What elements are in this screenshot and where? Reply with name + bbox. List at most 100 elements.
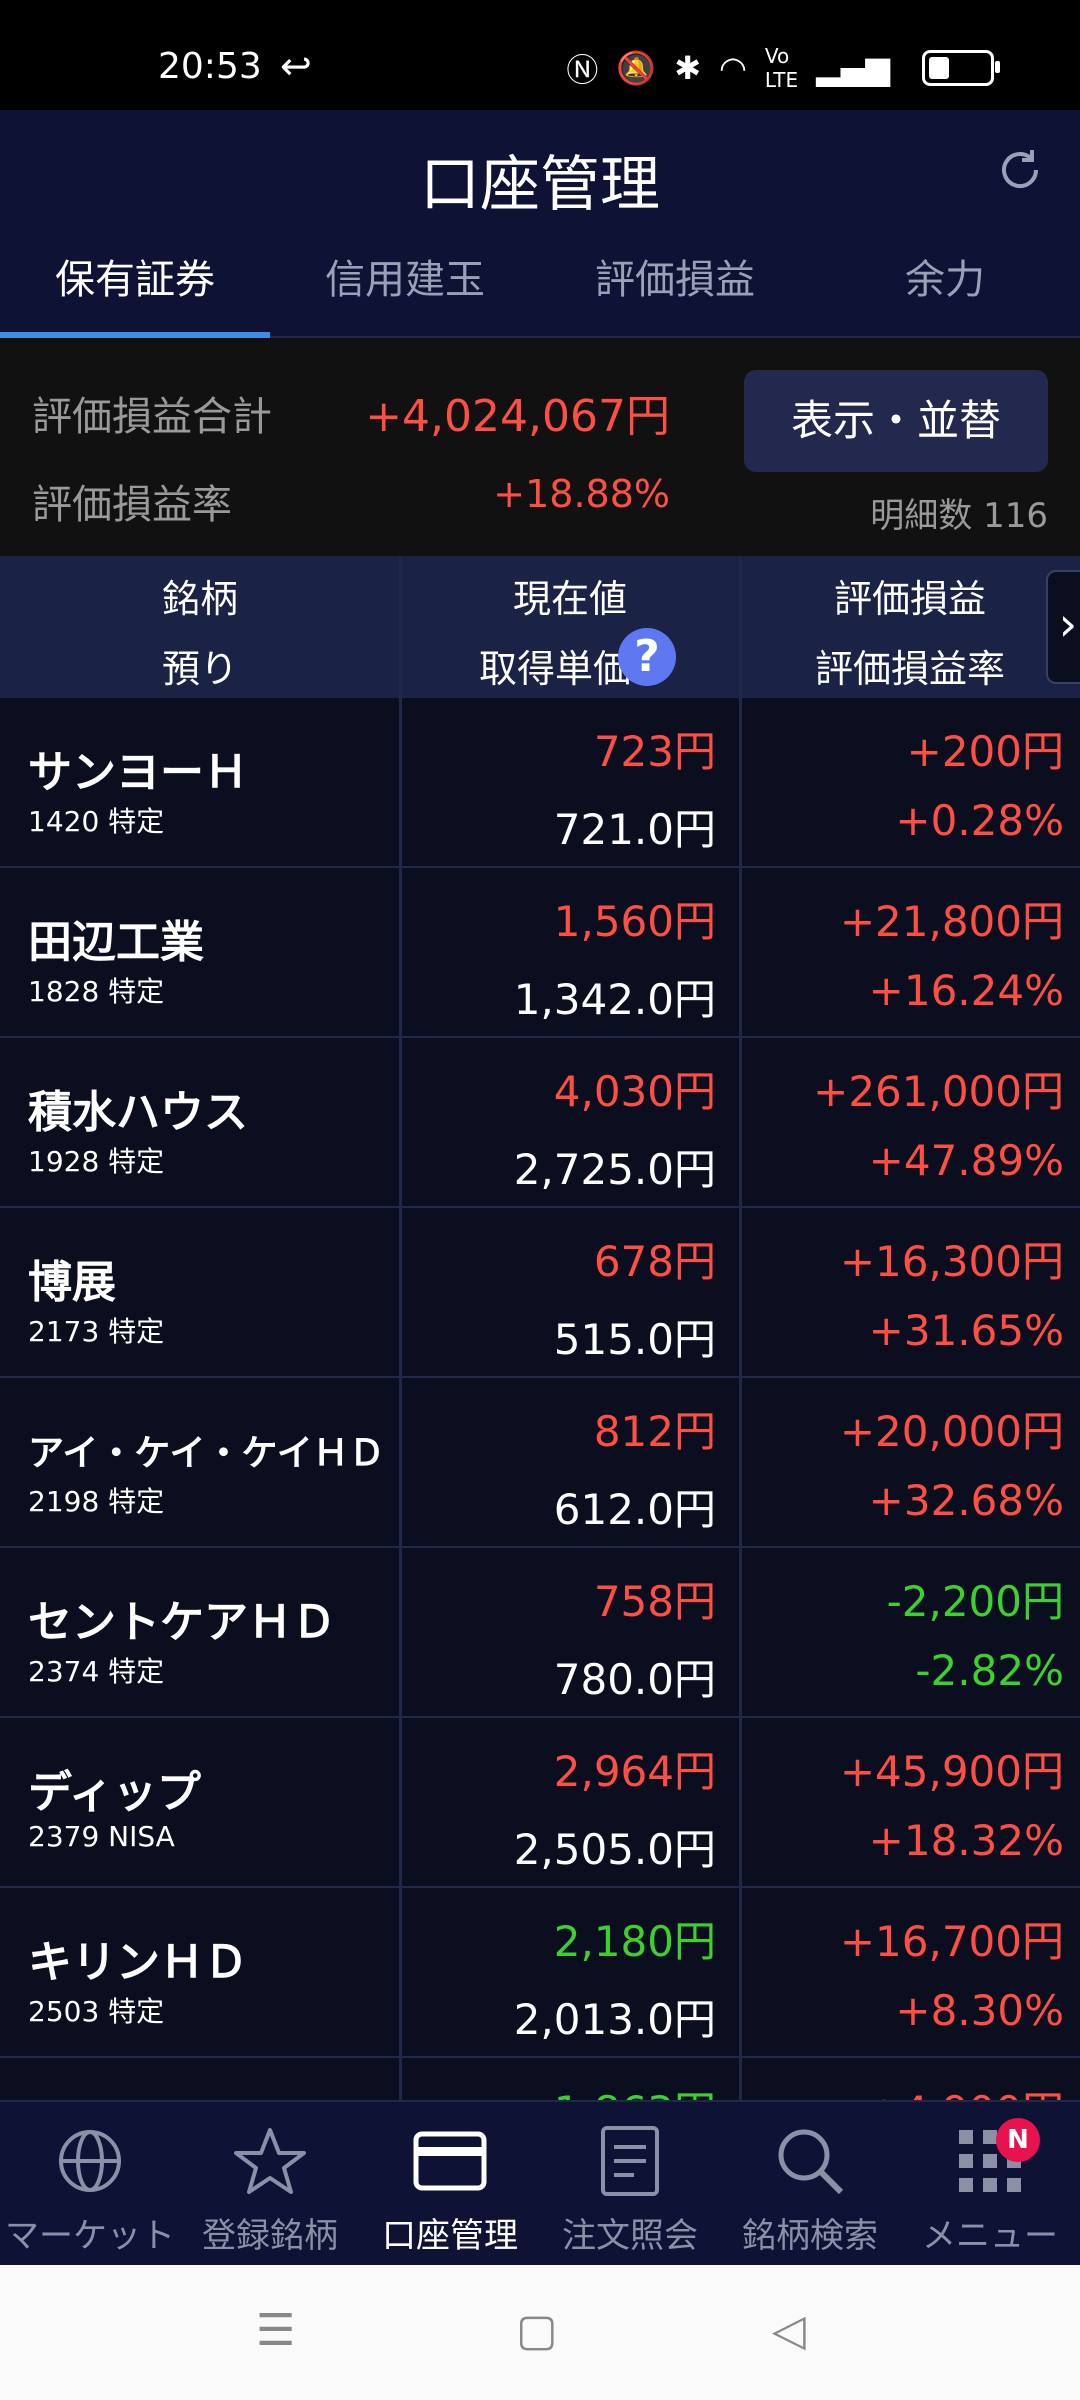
column-divider xyxy=(739,556,742,2100)
nav-watchlist[interactable]: 登録銘柄 xyxy=(180,2102,360,2267)
back-icon[interactable]: ◁ xyxy=(772,2305,806,2356)
pl-amount: +200円 xyxy=(906,727,1064,776)
display-sort-button[interactable]: 表示・並替 xyxy=(744,370,1048,472)
cost-price: 721.0円 xyxy=(553,805,716,854)
current-price: 1,863円 xyxy=(554,2078,716,2100)
current-price: 2,180円 xyxy=(553,1917,716,1966)
nav-stock-search[interactable]: 銘柄検索 xyxy=(720,2102,900,2267)
pl-rate: +31.65% xyxy=(868,1306,1064,1355)
tab-margin-positions[interactable]: 信用建玉 xyxy=(270,230,540,336)
cost-price: 780.0円 xyxy=(553,1655,716,1704)
cost-price: 515.0円 xyxy=(553,1315,716,1364)
current-price: 1,560円 xyxy=(553,897,716,946)
search-icon xyxy=(720,2116,900,2206)
pl-amount: +45,900円 xyxy=(839,1747,1064,1796)
column-divider xyxy=(399,556,402,2100)
refresh-icon[interactable] xyxy=(996,146,1044,194)
nav-menu[interactable]: N メニュー xyxy=(900,2102,1080,2267)
stock-name: 田辺工業 xyxy=(28,917,204,968)
pl-rate: +16.24% xyxy=(868,966,1064,1015)
nav-label: 注文照会 xyxy=(562,2216,698,2256)
help-icon[interactable]: ? xyxy=(618,628,676,686)
pl-rate: +0.28% xyxy=(895,796,1064,845)
header-pl: 評価損益 xyxy=(833,577,986,621)
cost-price: 2,013.0円 xyxy=(513,1995,716,2044)
nav-label: 銘柄検索 xyxy=(742,2216,878,2256)
table-row[interactable]: 博展 2173 特定 678円 515.0円 +16,300円 +31.65% xyxy=(0,1208,1080,1378)
wifi-icon: ◠ xyxy=(719,49,747,87)
status-time: 20:53 xyxy=(158,46,262,87)
pl-amount: -2,200円 xyxy=(886,1577,1064,1626)
volte-icon: Vo LTE xyxy=(764,44,799,92)
app-bar: 口座管理 xyxy=(0,110,1080,230)
table-header: 銘柄 預り 現在値 取得単価 ? 評価損益 評価損益率 xyxy=(0,556,1080,698)
cost-price: 2,505.0円 xyxy=(513,1825,716,1874)
star-icon xyxy=(180,2116,360,2206)
pl-rate-value: +18.88% xyxy=(493,472,670,516)
nav-label: 登録銘柄 xyxy=(202,2216,338,2256)
stock-code-account: 1928 特定 xyxy=(28,1145,165,1178)
stock-name: 積水ハウス xyxy=(28,1087,248,1138)
current-price: 758円 xyxy=(593,1577,716,1626)
stock-code-account: 2198 特定 xyxy=(28,1485,165,1518)
stock-code-account: 2374 特定 xyxy=(28,1655,165,1688)
tab-valuation[interactable]: 評価損益 xyxy=(540,230,810,336)
nav-account[interactable]: 口座管理 xyxy=(360,2102,540,2267)
cost-price: 1,342.0円 xyxy=(513,975,716,1024)
tab-bar: 保有証券 信用建玉 評価損益 余力 xyxy=(0,230,1080,338)
header-account-type: 預り xyxy=(161,647,238,691)
pl-amount: +20,000円 xyxy=(839,1407,1064,1456)
nfc-icon: Ⓝ xyxy=(566,51,599,89)
stock-code-account: 1828 特定 xyxy=(28,975,165,1008)
recent-apps-icon[interactable]: ☰ xyxy=(256,2305,295,2356)
header-pl-rate: 評価損益率 xyxy=(814,647,1005,691)
system-nav-bar: ☰ ▢ ◁ xyxy=(0,2265,1080,2400)
cost-price: 2,725.0円 xyxy=(513,1145,716,1194)
stock-name: キリンＨＤ xyxy=(28,1937,248,1988)
pl-amount: +4,900円 xyxy=(867,2078,1064,2100)
grid-menu-icon xyxy=(900,2116,1080,2206)
pl-rate-label: 評価損益率 xyxy=(32,482,232,528)
table-row[interactable]: 伊藤園 優1,863円+4,900円 xyxy=(0,2058,1080,2100)
table-row[interactable]: 田辺工業 1828 特定 1,560円 1,342.0円 +21,800円 +16.24% xyxy=(0,868,1080,1038)
status-icons: Ⓝ 🔕 ✱ ◠ Vo LTE ▂▄▆ xyxy=(566,44,890,92)
nav-market[interactable]: マーケット xyxy=(0,2102,180,2267)
pl-amount: +261,000円 xyxy=(813,1067,1064,1116)
current-price: 723円 xyxy=(593,727,716,776)
table-row[interactable]: 積水ハウス 1928 特定 4,030円 2,725.0円 +261,000円 +47.8… xyxy=(0,1038,1080,1208)
stock-name: サンヨーＨ xyxy=(28,747,248,798)
tab-holdings[interactable]: 保有証券 xyxy=(0,230,270,338)
table-row[interactable]: セントケアＨＤ 2374 特定 758円 780.0円 -2,200円 -2.82% xyxy=(0,1548,1080,1718)
pl-amount: +16,300円 xyxy=(839,1237,1064,1286)
signal-icon: ▂▄▆ xyxy=(816,49,890,87)
holdings-list: サンヨーＨ 1420 特定 723円 721.0円 +200円 +0.28% 田辺工業 182… xyxy=(0,698,1080,2100)
nav-label: 口座管理 xyxy=(382,2216,518,2256)
battery-icon xyxy=(922,50,1000,86)
pl-rate: +47.89% xyxy=(868,1136,1064,1185)
tab-buying-power[interactable]: 余力 xyxy=(810,230,1080,336)
card-icon xyxy=(360,2116,540,2206)
stock-code-account: 1420 特定 xyxy=(28,805,165,838)
stock-name: ディップ xyxy=(28,1767,201,1818)
cost-price: 612.0円 xyxy=(553,1485,716,1534)
table-row[interactable]: ディップ 2379 NISA 2,964円 2,505.0円 +45,900円 +18.3… xyxy=(0,1718,1080,1888)
table-row[interactable]: アイ・ケイ・ケイＨＤ 2198 特定 812円 612.0円 +20,000円 +32.6… xyxy=(0,1378,1080,1548)
scroll-right-button[interactable]: › xyxy=(1046,570,1080,684)
document-icon xyxy=(540,2116,720,2206)
stock-name: 博展 xyxy=(28,1257,116,1308)
stock-name: アイ・ケイ・ケイＨＤ xyxy=(28,1433,385,1474)
table-row[interactable]: サンヨーＨ 1420 特定 723円 721.0円 +200円 +0.28% xyxy=(0,698,1080,868)
bottom-nav: マーケット 登録銘柄 口座管理 注文照会 銘柄検索 N メニュー xyxy=(0,2100,1080,2267)
status-bar: 20:53 ↩ Ⓝ 🔕 ✱ ◠ Vo LTE ▂▄▆ xyxy=(0,0,1080,110)
pl-amount: +16,700円 xyxy=(839,1917,1064,1966)
nav-label: メニュー xyxy=(922,2216,1058,2256)
current-price: 678円 xyxy=(593,1237,716,1286)
pl-rate: +18.32% xyxy=(868,1816,1064,1865)
globe-icon xyxy=(0,2116,180,2206)
current-price: 4,030円 xyxy=(553,1067,716,1116)
pl-rate: +32.68% xyxy=(868,1476,1064,1525)
table-row[interactable]: キリンＨＤ 2503 特定 2,180円 2,013.0円 +16,700円 +8.30% xyxy=(0,1888,1080,2058)
home-icon[interactable]: ▢ xyxy=(516,2305,558,2356)
nav-orders[interactable]: 注文照会 xyxy=(540,2102,720,2267)
total-pl-label: 評価損益合計 xyxy=(32,394,272,440)
